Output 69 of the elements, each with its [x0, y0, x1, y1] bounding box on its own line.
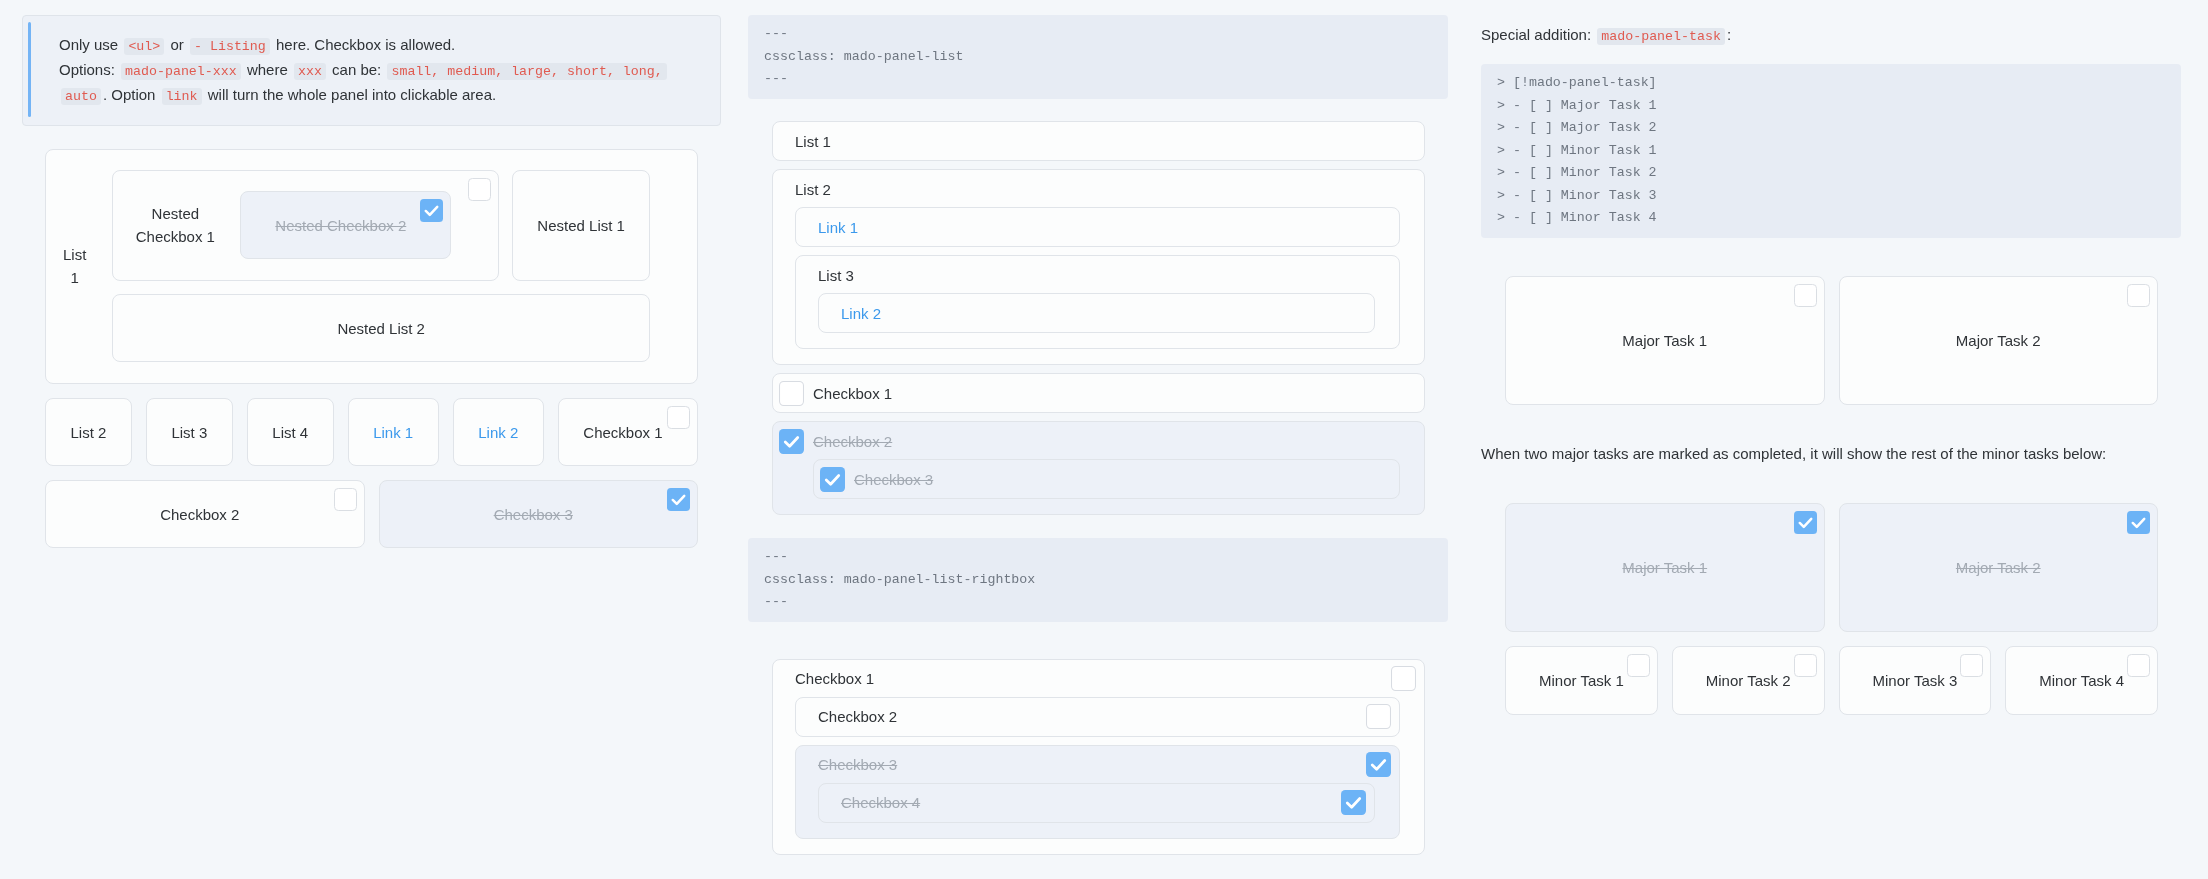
- item-label: Checkbox 3: [818, 755, 898, 775]
- item-label: List 3: [171, 422, 208, 443]
- checkbox[interactable]: [468, 178, 492, 201]
- checkbox[interactable]: [1793, 283, 1817, 307]
- code-line: ---: [764, 70, 789, 88]
- task-label: Minor Task 1: [1539, 670, 1624, 691]
- link[interactable]: Link 2: [478, 420, 519, 444]
- note-text: When two major tasks are marked as completed, it will show the rest of the minor tasks below:: [1481, 444, 2108, 464]
- checkbox[interactable]: [1391, 666, 1416, 691]
- code-line: > [!mado-panel-task]: [1497, 74, 1658, 92]
- item-label: List 3: [818, 265, 854, 286]
- item-label: Checkbox 4: [841, 793, 921, 813]
- checkbox[interactable]: [2127, 283, 2150, 307]
- checkbox[interactable]: [1626, 653, 1650, 677]
- code-line: ---: [764, 25, 789, 43]
- link[interactable]: Link 1: [373, 420, 414, 444]
- task-label: Major Task 2: [1955, 330, 2041, 351]
- code-line: > - [ ] Minor Task 1: [1497, 141, 1658, 160]
- checkbox[interactable]: [1960, 653, 1984, 677]
- checkbox[interactable]: [779, 380, 804, 406]
- item-label: Checkbox 3: [493, 504, 573, 525]
- task-label: Minor Task 3: [1872, 670, 1958, 691]
- item-label: Checkbox 2: [813, 431, 893, 452]
- item-label: Nested Checkbox 1: [134, 204, 216, 247]
- code-line: cssclass: mado-panel-list-rightbox: [764, 570, 1037, 589]
- item-label: List 2: [795, 179, 831, 200]
- checkbox[interactable]: [1793, 653, 1817, 677]
- checkbox[interactable]: [333, 488, 357, 511]
- code-line: > - [ ] Minor Task 3: [1497, 186, 1658, 205]
- task-label: Minor Task 4: [2039, 670, 2124, 691]
- item-label: Checkbox 1: [795, 669, 875, 689]
- code-line: > - [ ] Major Task 1: [1497, 96, 1658, 115]
- item-label: Checkbox 1: [813, 383, 893, 404]
- callout-text: Only use <ul> or - Listing here. Checkbox is allowed.: [59, 34, 457, 57]
- task-label: Minor Task 2: [1705, 670, 1791, 691]
- item-label: Checkbox 2: [160, 504, 240, 525]
- code-line: ---: [764, 548, 789, 566]
- code-line: ---: [764, 593, 789, 611]
- code-line: > - [ ] Minor Task 2: [1497, 164, 1658, 182]
- link[interactable]: Link 1: [818, 215, 859, 239]
- checkbox[interactable]: [1366, 752, 1391, 777]
- checkbox[interactable]: [779, 428, 804, 454]
- checkbox[interactable]: [1366, 704, 1391, 729]
- checkbox[interactable]: [1341, 790, 1366, 815]
- item-label: Nested List 2: [337, 318, 425, 339]
- checkbox[interactable]: [2127, 510, 2150, 534]
- item-label: Nested List 1: [537, 216, 625, 236]
- item-label: Nested Checkbox 2: [275, 215, 407, 236]
- checkbox[interactable]: [1793, 510, 1817, 534]
- item-label: List 2: [70, 422, 107, 443]
- checkbox[interactable]: [2127, 653, 2150, 677]
- task-label: Major Task 1: [1622, 330, 1708, 351]
- item-label: Checkbox 2: [818, 707, 898, 727]
- task-label: Major Task 2: [1955, 557, 2041, 578]
- checkbox[interactable]: [420, 199, 444, 222]
- link[interactable]: Link 2: [841, 301, 882, 325]
- intro-text: Special addition: mado-panel-task :: [1481, 25, 1733, 47]
- task-label: Major Task 1: [1622, 557, 1708, 578]
- item-label: Checkbox 3: [854, 469, 934, 490]
- item-label: List 4: [272, 422, 309, 443]
- checkbox[interactable]: [820, 466, 845, 492]
- checkbox[interactable]: [667, 406, 691, 429]
- code-line: > - [ ] Minor Task 4: [1497, 209, 1658, 227]
- checkbox[interactable]: [667, 488, 690, 511]
- code-line: cssclass: mado-panel-list: [764, 47, 965, 66]
- item-label: List 1: [795, 131, 831, 152]
- item-label: List 1: [63, 245, 87, 288]
- code-line: > - [ ] Major Task 2: [1497, 119, 1658, 137]
- item-label: Checkbox 1: [583, 422, 663, 443]
